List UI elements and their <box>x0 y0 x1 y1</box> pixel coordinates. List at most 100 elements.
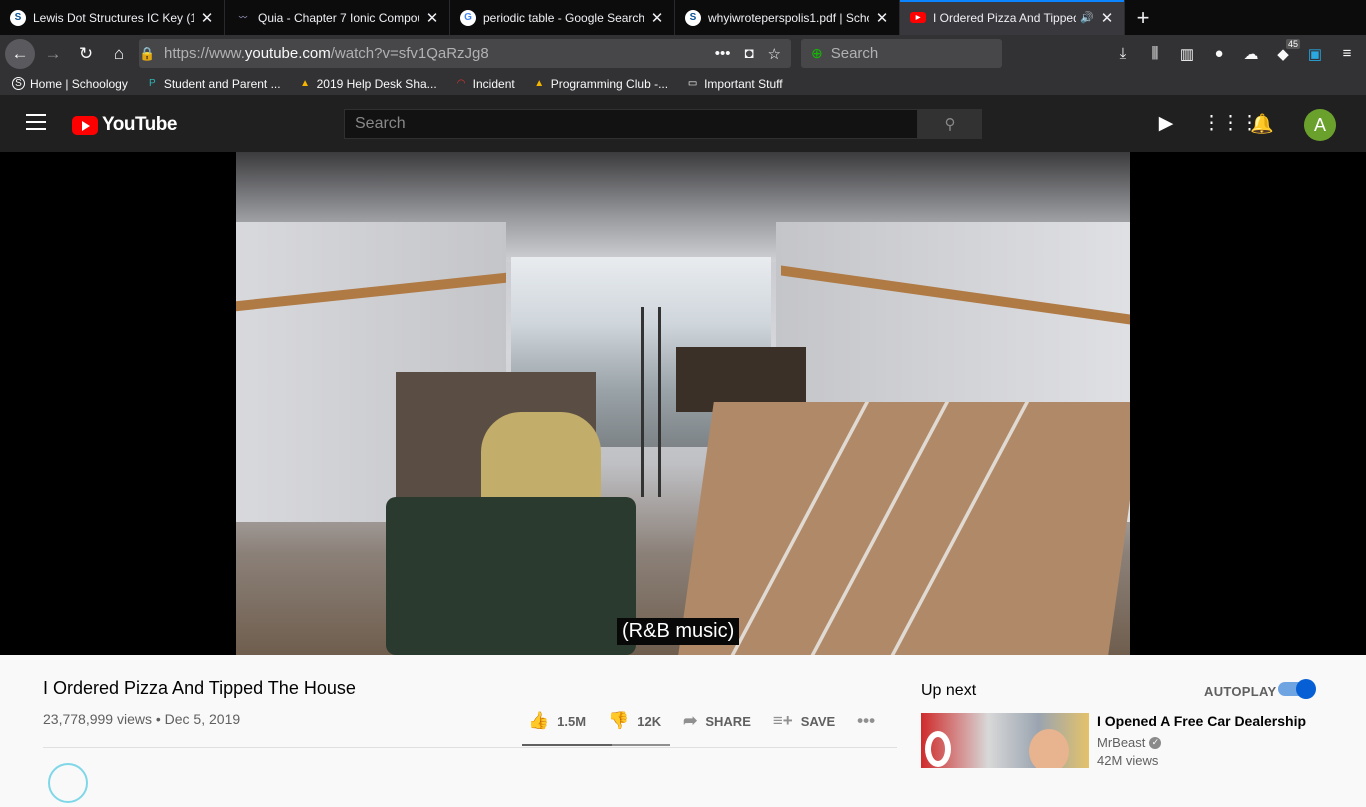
youtube-header: YouTube Search ⚲ ▶ ⋮⋮⋮ 🔔 A <box>0 95 1366 152</box>
bookmark-incident[interactable]: ◠ Incident <box>455 77 515 91</box>
page-actions-icon[interactable]: ••• <box>715 45 731 63</box>
url-domain: youtube.com <box>244 45 331 62</box>
cargo-box-large <box>678 402 1130 655</box>
extension-icon[interactable]: ☁ <box>1240 45 1262 63</box>
home-button[interactable]: ⌂ <box>104 39 134 69</box>
recommended-title[interactable]: I Opened A Free Car Dealership <box>1097 713 1306 729</box>
dislike-button[interactable]: 👎 12K <box>608 711 661 731</box>
close-tab-icon[interactable]: ✕ <box>198 9 216 27</box>
youtube-search-button[interactable]: ⚲ <box>918 109 982 139</box>
library-icon[interactable]: ⫼ <box>1144 45 1166 62</box>
back-button[interactable]: ← <box>5 38 35 69</box>
like-ratio-fill <box>522 744 613 746</box>
bookmark-label: 2019 Help Desk Sha... <box>316 76 437 91</box>
autoplay-label: AUTOPLAY <box>1204 684 1277 699</box>
new-tab-button[interactable]: + <box>1125 0 1161 35</box>
search-icon: ⊕ <box>811 45 823 61</box>
video-frame[interactable] <box>236 152 1130 655</box>
share-button[interactable]: ➦ SHARE <box>683 711 751 731</box>
apps-grid-icon[interactable]: ⋮⋮⋮ <box>1202 112 1259 136</box>
more-actions-button[interactable]: ••• <box>857 711 875 731</box>
video-player[interactable]: (R&B music) <box>0 152 1366 655</box>
video-views-date: 23,778,999 views • Dec 5, 2019 <box>43 711 241 727</box>
tab-title: Lewis Dot Structures IC Key (1). <box>33 10 194 25</box>
url-text[interactable]: https://www.youtube.com/watch?v=sfv1QaRz… <box>157 45 715 62</box>
hamburger-menu-icon[interactable] <box>26 114 46 132</box>
tab-title: whyiwroteperspolis1.pdf | Scho <box>708 10 869 25</box>
close-tab-icon[interactable]: ✕ <box>648 9 666 27</box>
pocket-icon[interactable]: ◘ <box>744 45 753 63</box>
recommended-views: 42M views <box>1097 753 1159 768</box>
youtube-logo[interactable]: YouTube <box>72 114 177 136</box>
screenshot-extension-icon[interactable]: ▣ <box>1304 45 1326 63</box>
folder-icon: ▭ <box>687 78 698 89</box>
like-button[interactable]: 👍 1.5M <box>528 711 586 731</box>
speaker-icon[interactable]: 🔊 <box>1080 11 1094 24</box>
tab-title: periodic table - Google Search <box>483 10 644 25</box>
bookmark-home-schoology[interactable]: S Home | Schoology <box>12 77 128 91</box>
channel-avatar[interactable] <box>48 763 88 803</box>
sidebar-icon[interactable]: ▥ <box>1176 45 1198 63</box>
browser-search-bar[interactable]: ⊕ Search <box>801 39 1002 68</box>
video-title: I Ordered Pizza And Tipped The House <box>43 678 356 698</box>
close-tab-icon[interactable]: ✕ <box>873 9 891 27</box>
video-actions: 👍 1.5M 👎 12K ➦ SHARE ≡+ SAVE ••• <box>528 711 897 731</box>
lock-icon[interactable]: 🔒 <box>139 46 157 62</box>
bookmarks-toolbar: S Home | Schoology P Student and Parent ..… <box>0 72 1366 95</box>
save-label: SAVE <box>800 713 836 729</box>
reload-button[interactable]: ↻ <box>71 39 101 69</box>
account-icon[interactable]: ● <box>1208 45 1230 62</box>
notifications-bell-icon[interactable]: 🔔 <box>1250 112 1274 136</box>
avatar[interactable]: A <box>1304 109 1336 141</box>
youtube-icon: ▶ <box>910 12 926 23</box>
share-arrow-icon: ➦ <box>683 711 698 730</box>
browser-tab-google[interactable]: G periodic table - Google Search ✕ <box>450 0 675 35</box>
search-placeholder: Search <box>355 115 406 132</box>
bookmark-programming-club[interactable]: ▲ Programming Club -... <box>533 77 668 91</box>
bookmark-help-desk[interactable]: ▲ 2019 Help Desk Sha... <box>299 77 437 91</box>
bookmark-label: Important Stuff <box>704 76 783 91</box>
ublock-icon[interactable]: ◆ 45 <box>1272 38 1300 63</box>
browser-tab-quia[interactable]: 〰 Quia - Chapter 7 Ionic Compoun ✕ <box>225 0 450 35</box>
browser-tab-youtube[interactable]: ▶ I Ordered Pizza And Tipped 🔊 ✕ <box>900 0 1125 35</box>
close-tab-icon[interactable]: ✕ <box>1098 9 1116 27</box>
close-tab-icon[interactable]: ✕ <box>423 9 441 27</box>
flag-icon: P <box>149 78 156 89</box>
save-button[interactable]: ≡+ SAVE <box>773 711 835 731</box>
browser-tab-lewis-dot[interactable]: S Lewis Dot Structures IC Key (1). ✕ <box>0 0 225 35</box>
url-bar[interactable]: ⓘ 🔒 https://www.youtube.com/watch?v=sfv1… <box>139 39 791 807</box>
channel-name: MrBeast <box>1097 735 1146 750</box>
youtube-play-icon <box>72 115 98 135</box>
tab-title: Quia - Chapter 7 Ionic Compoun <box>258 10 419 25</box>
forward-button[interactable]: → <box>38 39 68 69</box>
tab-title: I Ordered Pizza And Tipped <box>933 10 1077 25</box>
menu-icon[interactable]: ≡ <box>1336 45 1358 62</box>
recommended-channel[interactable]: MrBeast ✓ <box>1097 735 1162 750</box>
bookmark-star-icon[interactable]: ☆ <box>768 45 781 63</box>
google-icon: G <box>460 9 476 26</box>
ring-icon: ◠ <box>456 78 466 89</box>
youtube-search-input[interactable]: Search <box>344 109 918 139</box>
search-icon: ⚲ <box>944 116 956 133</box>
toggle-knob <box>1296 679 1316 699</box>
search-placeholder: Search <box>830 45 879 62</box>
thumbnail-face <box>1029 729 1069 768</box>
video-caption: (R&B music) <box>617 618 740 645</box>
playlist-add-icon: ≡+ <box>772 711 793 730</box>
autoplay-toggle[interactable] <box>1278 679 1316 699</box>
browser-tab-pdf[interactable]: S whyiwroteperspolis1.pdf | Scho ✕ <box>675 0 900 35</box>
quia-icon: 〰 <box>239 13 247 22</box>
extension-badge: 45 <box>1285 38 1300 49</box>
avatar-letter: A <box>1313 114 1326 135</box>
thumbs-down-icon: 👎 <box>608 711 630 730</box>
url-prefix: https://www. <box>164 45 245 62</box>
recommended-thumbnail[interactable] <box>921 713 1089 768</box>
bookmark-important-stuff[interactable]: ▭ Important Stuff <box>686 77 783 91</box>
up-next-heading: Up next <box>921 682 977 699</box>
downloads-icon[interactable]: ⤓ <box>1112 45 1134 62</box>
bookmark-student-parent[interactable]: P Student and Parent ... <box>146 77 281 91</box>
verified-check-icon: ✓ <box>1149 736 1162 749</box>
like-ratio-bar <box>522 744 670 746</box>
create-video-icon[interactable]: ▶ <box>1154 112 1178 136</box>
section-divider <box>43 747 897 748</box>
